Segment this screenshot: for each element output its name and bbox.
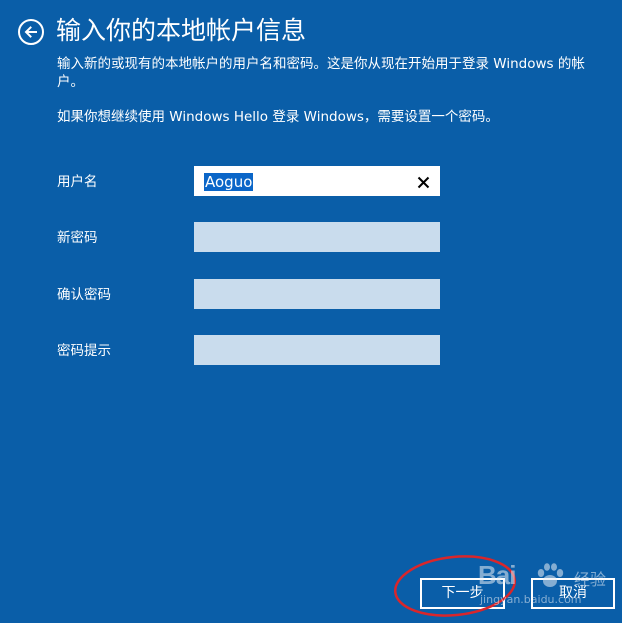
description-text: 输入新的或现有的本地帐户的用户名和密码。这是你从现在开始用于登录 Windows… [57,56,585,90]
windows-hello-note: 如果你想继续使用 Windows Hello 登录 Windows，需要设置一个… [57,109,499,125]
cancel-button[interactable]: 取消 [531,578,615,609]
back-arrow-icon [24,26,37,38]
username-value: Aoguo [204,173,254,191]
password-hint-label: 密码提示 [57,343,111,359]
confirm-password-input[interactable] [194,279,440,309]
password-hint-input[interactable] [194,335,440,365]
new-password-label: 新密码 [57,230,98,246]
new-password-input[interactable] [194,222,440,252]
username-input[interactable]: Aoguo [194,166,440,196]
next-button[interactable]: 下一步 [420,578,505,609]
back-button[interactable] [18,19,44,45]
clear-input-button[interactable] [413,172,433,192]
confirm-password-label: 确认密码 [57,287,111,303]
page-title: 输入你的本地帐户信息 [56,16,307,45]
close-icon [417,176,429,188]
username-label: 用户名 [57,174,98,190]
